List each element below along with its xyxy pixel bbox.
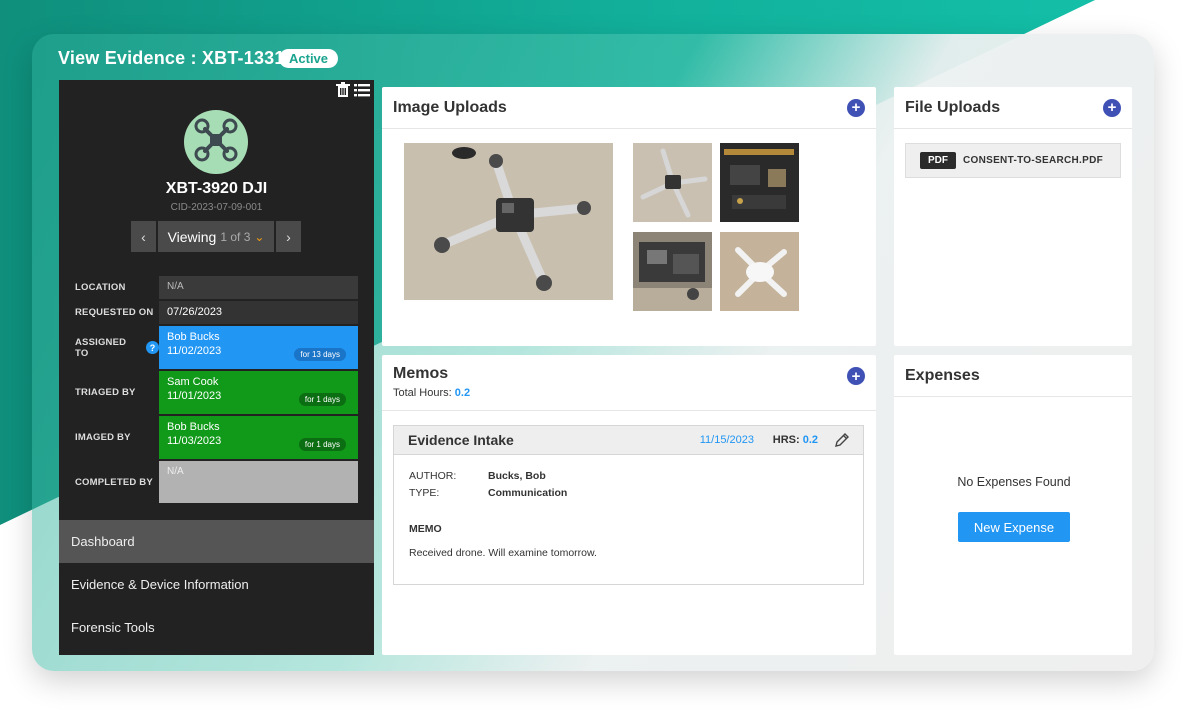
field-label: LOCATION [75, 282, 126, 293]
memo-author: Bucks, Bob [488, 470, 546, 482]
add-memo-button[interactable]: + [847, 367, 865, 385]
field-label: COMPLETED BY [75, 476, 153, 488]
memo-author-label: AUTHOR: [409, 470, 457, 482]
field-value-location: N/A [159, 276, 358, 299]
image-preview-main[interactable] [404, 143, 613, 300]
image-uploads-header: Image Uploads + [382, 87, 876, 129]
field-label: ASSIGNED TO [75, 336, 127, 359]
memo-meta: AUTHOR: Bucks, Bob TYPE: Communication [409, 470, 567, 504]
image-thumbnail[interactable] [720, 143, 799, 222]
trash-icon[interactable] [336, 82, 350, 98]
expenses-empty-text: No Expenses Found [957, 475, 1071, 489]
field-row-assigned-to: ASSIGNED TO ? Bob Bucks 11/02/2023 for 1… [59, 326, 374, 369]
memo-hours-value: 0.2 [802, 434, 818, 446]
field-row-location: LOCATION N/A [59, 276, 374, 299]
sidebar-tools [336, 82, 370, 98]
memo-author-row: AUTHOR: Bucks, Bob [409, 470, 567, 482]
memo-item: Evidence Intake 11/15/2023 HRS: 0.2 AUTH… [393, 425, 864, 585]
case-id: CID-2023-07-09-001 [170, 202, 263, 213]
memo-body-label: MEMO [409, 523, 442, 535]
field-row-completed-by: COMPLETED BY N/A [59, 461, 374, 503]
chevron-left-icon: ‹ [141, 228, 146, 245]
field-value-assigned-to[interactable]: Bob Bucks 11/02/2023 for 13 days [159, 326, 358, 369]
assignee-name: Bob Bucks [167, 331, 220, 343]
chevron-down-icon: ⌄ [254, 229, 265, 244]
expenses-title: Expenses [905, 366, 980, 384]
pencil-icon[interactable] [835, 433, 849, 452]
memos-card: Memos Total Hours: 0.2 + Evidence Intake… [382, 355, 876, 655]
sidebar-nav: Dashboard Evidence & Device Information … [59, 520, 374, 649]
nav-item-dashboard[interactable]: Dashboard [59, 520, 374, 563]
expenses-header: Expenses [894, 355, 1132, 397]
memo-type-label: TYPE: [409, 487, 440, 499]
file-uploads-card: File Uploads + PDF CONSENT-TO-SEARCH.PDF [894, 87, 1132, 346]
image-thumbnail[interactable] [633, 143, 712, 222]
evidence-sidebar: XBT-3920 DJI CID-2023-07-09-001 ‹ Viewin… [59, 80, 374, 655]
memo-type-row: TYPE: Communication [409, 487, 567, 499]
memo-hours-label: HRS: [772, 434, 800, 446]
device-avatar [184, 110, 248, 174]
memo-type: Communication [488, 487, 568, 499]
previous-button[interactable]: ‹ [131, 221, 156, 252]
viewing-dropdown[interactable]: Viewing 1 of 3 ⌄ [158, 221, 274, 252]
evidence-window: View Evidence : XBT-1331 Active XBT-3920… [32, 34, 1154, 671]
total-hours-value: 0.2 [454, 387, 471, 399]
drone-icon [193, 117, 239, 168]
viewing-label: Viewing [167, 228, 217, 245]
image-thumbnail[interactable] [720, 232, 799, 311]
field-row-imaged-by: IMAGED BY Bob Bucks 11/03/2023 for 1 day… [59, 416, 374, 459]
image-uploads-title: Image Uploads [393, 98, 507, 116]
memos-title: Memos [393, 365, 449, 382]
memo-item-header: Evidence Intake 11/15/2023 HRS: 0.2 [394, 426, 863, 455]
status-badge: Active [279, 49, 339, 68]
page-title: View Evidence : XBT-1331 [58, 48, 285, 68]
field-label: IMAGED BY [75, 432, 131, 443]
memo-hours: HRS: 0.2 [773, 434, 818, 446]
memo-title: Evidence Intake [408, 432, 514, 448]
field-row-triaged-by: TRIAGED BY Sam Cook 11/01/2023 for 1 day… [59, 371, 374, 414]
evidence-fields: LOCATION N/A REQUESTED ON 07/26/2023 ASS… [59, 276, 374, 505]
total-hours: Total Hours: 0.2 [393, 387, 865, 399]
device-name: XBT-3920 DJI [165, 180, 268, 197]
file-type-badge: PDF [920, 152, 956, 169]
new-expense-button[interactable]: New Expense [958, 512, 1070, 542]
help-icon[interactable]: ? [146, 341, 159, 354]
imager-name: Bob Bucks [167, 421, 220, 433]
expenses-card: Expenses No Expenses Found New Expense [894, 355, 1132, 655]
duration-badge: for 13 days [294, 348, 346, 361]
file-name: CONSENT-TO-SEARCH.PDF [963, 155, 1104, 166]
file-uploads-title: File Uploads [905, 98, 1001, 116]
field-label: TRIAGED BY [75, 387, 136, 398]
field-value-requested-on: 07/26/2023 [159, 301, 358, 324]
file-item[interactable]: PDF CONSENT-TO-SEARCH.PDF [905, 143, 1121, 178]
evidence-pager: ‹ Viewing 1 of 3 ⌄ › [131, 221, 301, 252]
list-icon[interactable] [354, 82, 370, 98]
image-uploads-card: Image Uploads + [382, 87, 876, 346]
nav-item-evidence-device-info[interactable]: Evidence & Device Information [59, 563, 374, 606]
next-button[interactable]: › [276, 221, 301, 252]
memo-body: Received drone. Will examine tomorrow. [409, 547, 597, 559]
chevron-right-icon: › [286, 228, 291, 245]
field-value-imaged-by[interactable]: Bob Bucks 11/03/2023 for 1 days [159, 416, 358, 459]
duration-badge: for 1 days [298, 393, 346, 406]
field-value-triaged-by[interactable]: Sam Cook 11/01/2023 for 1 days [159, 371, 358, 414]
field-value-completed-by[interactable]: N/A [159, 461, 358, 503]
viewing-position: 1 of 3 [220, 229, 251, 244]
plus-icon: + [1107, 99, 1117, 116]
field-label-wrap: ASSIGNED TO ? [59, 326, 159, 369]
memos-header: Memos Total Hours: 0.2 + [382, 355, 876, 411]
field-row-requested-on: REQUESTED ON 07/26/2023 [59, 301, 374, 324]
add-image-button[interactable]: + [847, 98, 865, 117]
add-file-button[interactable]: + [1103, 98, 1121, 117]
memo-date: 11/15/2023 [699, 434, 754, 446]
file-uploads-header: File Uploads + [894, 87, 1132, 129]
nav-item-forensic-tools[interactable]: Forensic Tools [59, 606, 374, 649]
total-hours-label: Total Hours: [393, 387, 452, 399]
image-thumbnail[interactable] [633, 232, 712, 311]
duration-badge: for 1 days [298, 438, 346, 451]
triager-name: Sam Cook [167, 376, 219, 388]
plus-icon: + [851, 99, 861, 116]
field-label: REQUESTED ON [75, 307, 154, 318]
plus-icon: + [851, 367, 861, 385]
